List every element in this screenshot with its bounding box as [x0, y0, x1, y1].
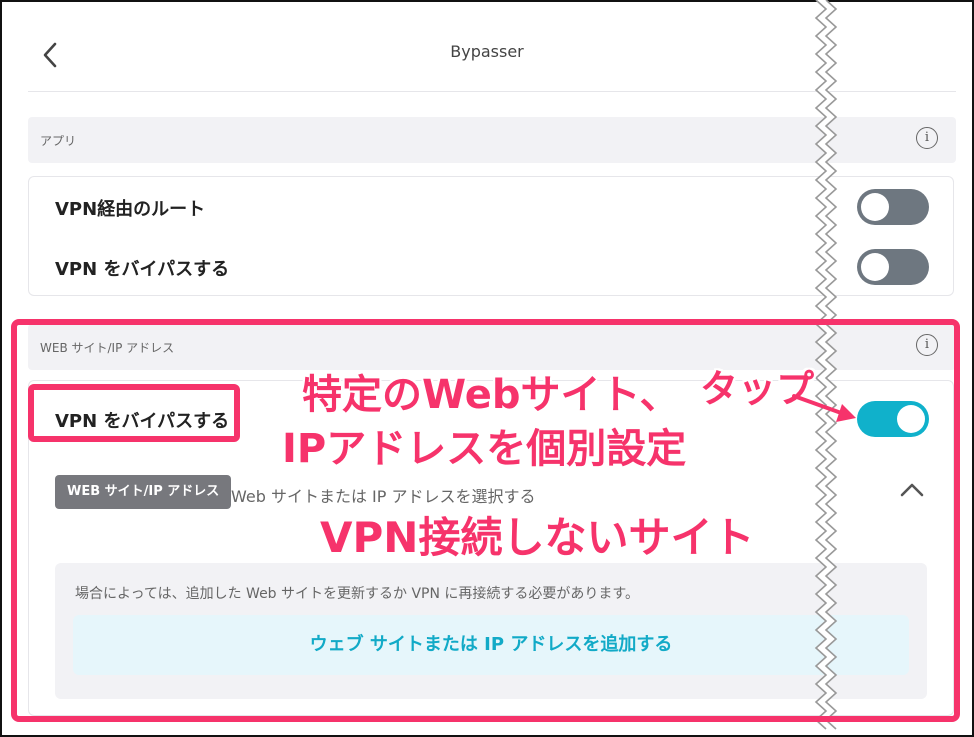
annotation-line2: IPアドレスを個別設定	[282, 426, 687, 472]
bypass-vpn-web-label: VPN をバイパスする	[55, 411, 230, 432]
bypass-vpn-web-toggle[interactable]	[857, 401, 929, 437]
collapse-button[interactable]	[897, 479, 927, 501]
apps-section-header: アプリ i	[28, 117, 956, 163]
note-box: 場合によっては、追加した Web サイトを更新するか VPN に再接続する必要が…	[55, 563, 927, 699]
tap-annotation: タップ	[700, 367, 815, 411]
apps-card: VPN経由のルート VPN をバイパスする	[28, 176, 954, 296]
header-divider	[28, 91, 956, 92]
bypass-vpn-apps-label: VPN をバイパスする	[55, 259, 230, 280]
apps-section-label: アプリ	[40, 134, 77, 148]
bypass-vpn-apps-toggle[interactable]	[857, 249, 929, 285]
toggle-knob	[897, 405, 925, 433]
route-via-vpn-label: VPN経由のルート	[55, 199, 206, 220]
page-title: Bypasser	[450, 42, 524, 61]
info-icon[interactable]: i	[916, 127, 938, 149]
route-via-vpn-toggle[interactable]	[857, 189, 929, 225]
website-ip-tab[interactable]: WEB サイト/IP アドレス	[55, 475, 232, 509]
web-section-label: WEB サイト/IP アドレス	[40, 341, 175, 355]
annotation-no-vpn: VPN接続しないサイト	[320, 513, 755, 562]
toggle-knob	[861, 193, 889, 221]
header: Bypasser	[2, 2, 972, 94]
chevron-up-icon	[900, 483, 924, 497]
info-icon[interactable]: i	[916, 334, 938, 356]
annotation-line1: 特定のWebサイト、	[302, 372, 680, 418]
note-text: 場合によっては、追加した Web サイトを更新するか VPN に再接続する必要が…	[75, 586, 640, 602]
toggle-knob	[861, 253, 889, 281]
add-website-button[interactable]: ウェブ サイトまたは IP アドレスを追加する	[73, 615, 909, 675]
